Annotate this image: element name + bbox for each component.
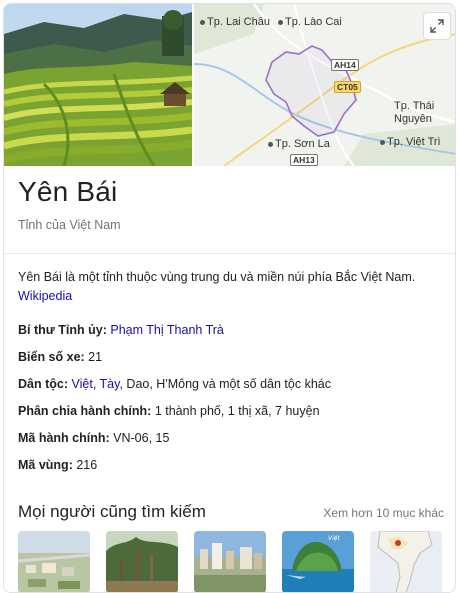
map-label-viet-tri: Tp. Việt Trì	[380, 136, 441, 148]
wikipedia-link[interactable]: Wikipedia	[18, 289, 72, 303]
entity-title: Yên Bái	[18, 176, 118, 207]
fact-value: 216	[76, 458, 98, 472]
knowledge-panel: Tp. Lai Châu Tp. Lào Cai Tp. Thái Nguyên …	[3, 3, 456, 593]
expand-icon	[430, 19, 444, 33]
road-shield-ah14: AH14	[331, 59, 359, 71]
people-also-search-header: Mọi người cũng tìm kiếm Xem hơn 10 mục k…	[18, 502, 444, 522]
fact-value: VN-06, 15	[113, 431, 170, 445]
city-aerial-image	[18, 531, 90, 592]
fact-value: 21	[88, 350, 103, 364]
rice-terrace-photo	[4, 4, 192, 166]
svg-text:Việt: Việt	[328, 535, 340, 542]
ethnicity-link-viet[interactable]: Việt	[71, 377, 92, 391]
related-thumbnail-3[interactable]	[194, 531, 266, 592]
fact-value: 1 thành phố, 1 thị xã, 7 huyện	[154, 404, 320, 418]
related-thumbnail-2[interactable]	[106, 531, 178, 592]
entity-subtitle: Tỉnh của Việt Nam	[18, 218, 121, 232]
city-skyline-image	[194, 531, 266, 592]
fact-label: Bí thư Tỉnh ủy:	[18, 323, 107, 337]
map-thumbnail[interactable]: Tp. Lai Châu Tp. Lào Cai Tp. Thái Nguyên …	[194, 4, 455, 166]
fact-label: Dân tộc:	[18, 377, 68, 391]
expand-map-button[interactable]	[423, 12, 451, 40]
related-thumbnail-5[interactable]	[370, 531, 442, 592]
fact-value: , Dao, H'Mông và một số dân tộc khác	[119, 377, 331, 391]
map-label-lai-chau: Tp. Lai Châu	[200, 16, 270, 28]
related-thumbnail-1[interactable]	[18, 531, 90, 592]
people-also-search-thumbnails: Việt	[18, 531, 442, 592]
fact-label: Biển số xe:	[18, 350, 85, 364]
vietnam-map-image	[370, 531, 442, 592]
description-text: Yên Bái là một tỉnh thuộc vùng trung du …	[18, 270, 416, 284]
map-label-thai-nguyen: Tp. Thái Nguyên	[394, 100, 435, 125]
fact-license-plate: Biển số xe: 21	[18, 349, 448, 376]
road-shield-ah13: AH13	[290, 154, 318, 166]
map-label-lao-cai: Tp. Lào Cai	[278, 16, 342, 28]
fact-value-link[interactable]: Phạm Thị Thanh Trà	[110, 323, 224, 337]
entity-description: Yên Bái là một tỉnh thuộc vùng trung du …	[18, 268, 448, 306]
fact-party-secretary: Bí thư Tỉnh ủy: Phạm Thị Thanh Trà	[18, 322, 448, 349]
header-divider	[4, 253, 455, 254]
hero-photo[interactable]	[4, 4, 192, 166]
forest-image	[106, 531, 178, 592]
fact-administrative-division: Phân chia hành chính: 1 thành phố, 1 thị…	[18, 403, 448, 430]
fact-area-code: Mã vùng: 216	[18, 457, 448, 484]
ethnicity-link-tay[interactable]: Tày	[100, 377, 120, 391]
see-more-link[interactable]: Xem hơn 10 mục khác	[323, 506, 444, 520]
people-also-search-title: Mọi người cũng tìm kiếm	[18, 502, 206, 521]
hero-media: Tp. Lai Châu Tp. Lào Cai Tp. Thái Nguyên …	[4, 4, 455, 166]
road-shield-ct05: CT05	[334, 81, 361, 93]
fact-administrative-code: Mã hành chính: VN-06, 15	[18, 430, 448, 457]
related-thumbnail-4[interactable]: Việt	[282, 531, 354, 592]
facts-list: Bí thư Tỉnh ủy: Phạm Thị Thanh Trà Biển …	[18, 322, 448, 484]
entity-header: Yên Bái Tỉnh của Việt Nam	[18, 176, 121, 232]
fact-label: Mã vùng:	[18, 458, 73, 472]
fact-label: Mã hành chính:	[18, 431, 110, 445]
fact-ethnicities: Dân tộc: Việt, Tày, Dao, H'Mông và một s…	[18, 376, 448, 403]
fact-separator: ,	[92, 377, 100, 391]
fact-label: Phân chia hành chính:	[18, 404, 152, 418]
island-bay-image: Việt	[282, 531, 354, 592]
map-label-son-la: Tp. Sơn La	[268, 138, 330, 150]
